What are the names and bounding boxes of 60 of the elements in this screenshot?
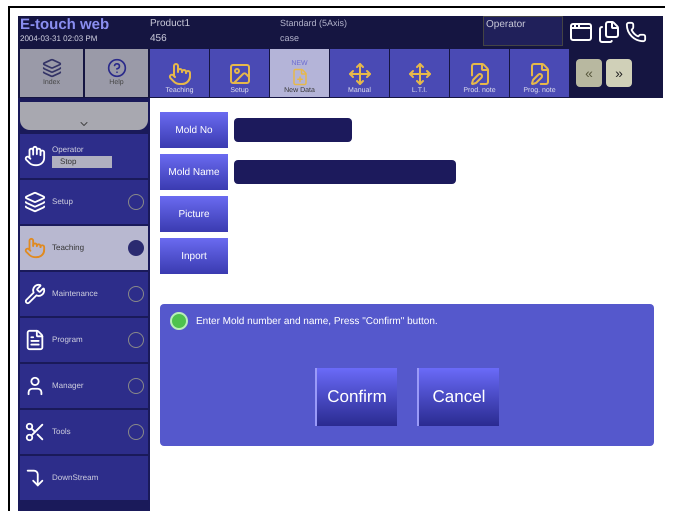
round-button[interactable]: [128, 240, 144, 256]
form-button[interactable]: Inport: [160, 238, 228, 274]
sidebar-label: Operator: [52, 144, 85, 156]
sidebar-item[interactable]: Maintenance: [20, 272, 148, 316]
layers-icon: [24, 191, 46, 213]
sidebar-label: Manager: [52, 380, 85, 392]
question-icon: [106, 58, 126, 78]
form-button[interactable]: Mold No: [160, 112, 228, 148]
product-name: Product1: [150, 17, 192, 31]
form-button[interactable]: Mold Name: [160, 154, 228, 190]
round-button[interactable]: [128, 286, 144, 302]
wrench-icon: [24, 283, 46, 305]
documents-icon[interactable]: [597, 20, 621, 44]
page-button[interactable]: «: [576, 59, 602, 87]
cross-arrows-icon: [348, 62, 372, 86]
sidebar-label: Maintenance: [52, 288, 99, 300]
layers-icon: [42, 58, 62, 78]
sidebar-item[interactable]: Program: [20, 318, 148, 362]
case-label: case: [280, 32, 300, 45]
info-icon: [170, 312, 188, 330]
round-button[interactable]: [128, 194, 144, 210]
pointer-icon: [24, 237, 46, 259]
phone-icon[interactable]: [625, 21, 647, 43]
sidebar-item[interactable]: Setup: [20, 180, 148, 224]
sidebar-item[interactable]: Manager: [20, 364, 148, 408]
collapse-handle[interactable]: [20, 102, 148, 130]
sidebar-label: Setup: [52, 196, 74, 208]
message-text: Enter Mold number and name, Press "Confirm" button.: [196, 314, 438, 328]
image-icon: [228, 62, 252, 86]
dialog-button[interactable]: Confirm: [315, 368, 397, 426]
sidebar-label: Teaching: [52, 242, 86, 254]
arrow-icon: [24, 467, 46, 489]
input-field[interactable]: [234, 118, 352, 142]
sidebar-label: Tools: [52, 426, 72, 438]
sidebar-item[interactable]: DownStream: [20, 456, 148, 500]
input-field[interactable]: [234, 160, 456, 184]
status-box: Stop: [52, 156, 112, 168]
sidebar-item[interactable]: Operator Stop: [20, 134, 148, 178]
cross-arrows-icon: [408, 62, 432, 86]
logo: E-touch web: [20, 16, 110, 33]
user-box: Operator: [483, 16, 563, 46]
sidebar-item[interactable]: Tools: [20, 410, 148, 454]
sidebar-label: DownStream: [52, 472, 100, 484]
round-button[interactable]: [128, 332, 144, 348]
document-icon: [290, 68, 308, 86]
page-button[interactable]: »: [606, 59, 632, 87]
dialog-button[interactable]: Cancel: [417, 368, 499, 426]
pointer-icon: [168, 62, 192, 86]
standard-label: Standard (5Axis): [280, 17, 348, 30]
hand-icon: [24, 145, 46, 167]
date-time: 2004-03-31 02:03 PM: [20, 33, 98, 45]
round-button[interactable]: [128, 424, 144, 440]
round-button[interactable]: [128, 378, 144, 394]
tool-icon: [24, 421, 46, 443]
sidebar-item[interactable]: Teaching: [20, 226, 148, 270]
mold-number: 456: [150, 32, 168, 46]
window-icon[interactable]: [569, 20, 593, 44]
document-icon: [24, 329, 46, 351]
sidebar-label: Program: [52, 334, 84, 346]
form-button[interactable]: Picture: [160, 196, 228, 232]
